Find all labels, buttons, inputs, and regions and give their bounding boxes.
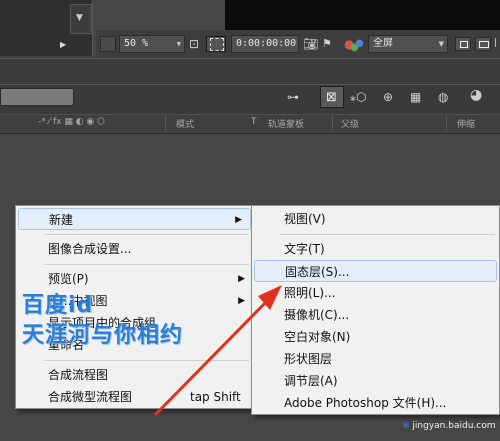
annotation-arrow bbox=[153, 285, 282, 417]
watermark-site: ❀ jingyan.baidu.com bbox=[402, 421, 496, 431]
watermark-line-1: 百度id bbox=[22, 293, 94, 318]
watermark-line-2: 天涯河与你相约 bbox=[22, 323, 184, 348]
baidu-paw-icon: ❀ bbox=[402, 421, 410, 431]
